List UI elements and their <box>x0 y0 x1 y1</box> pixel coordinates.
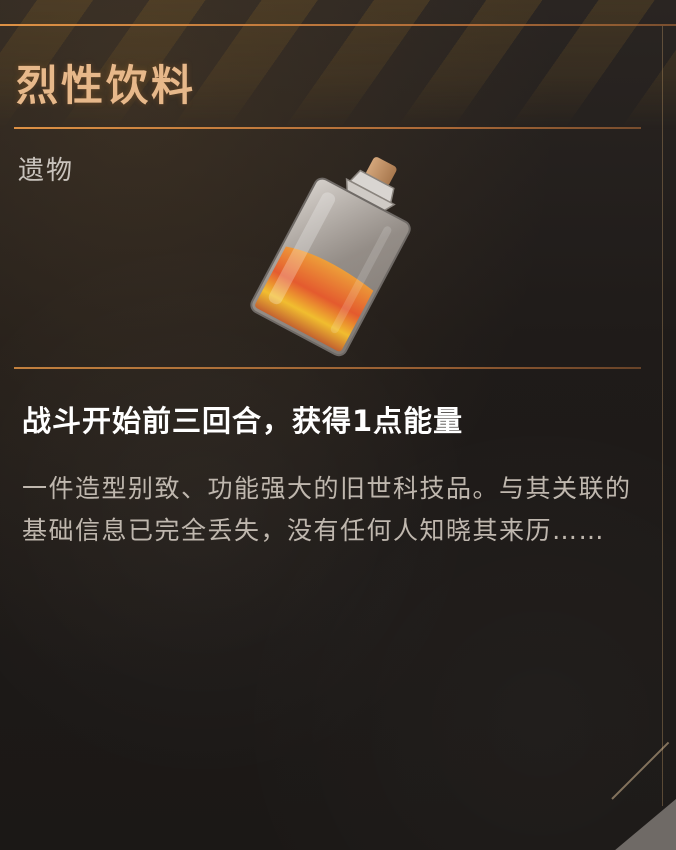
item-description: 一件造型别致、功能强大的旧世科技品。与其关联的基础信息已完全丢失，没有任何人知晓… <box>22 474 632 545</box>
item-name: 烈性饮料 <box>16 61 197 110</box>
right-border-line <box>662 26 663 806</box>
liquor-bottle-icon <box>250 157 411 357</box>
item-detail-card: 烈性饮料 遗物 战斗开始前三回合，获得1点能量 一件造型别致、功能强大的旧世科技… <box>0 0 676 850</box>
item-category: 遗物 <box>18 156 75 186</box>
image-divider <box>14 367 641 369</box>
top-border-line <box>0 24 676 26</box>
item-effect: 战斗开始前三回合，获得1点能量 <box>22 404 464 438</box>
title-divider <box>14 127 641 129</box>
